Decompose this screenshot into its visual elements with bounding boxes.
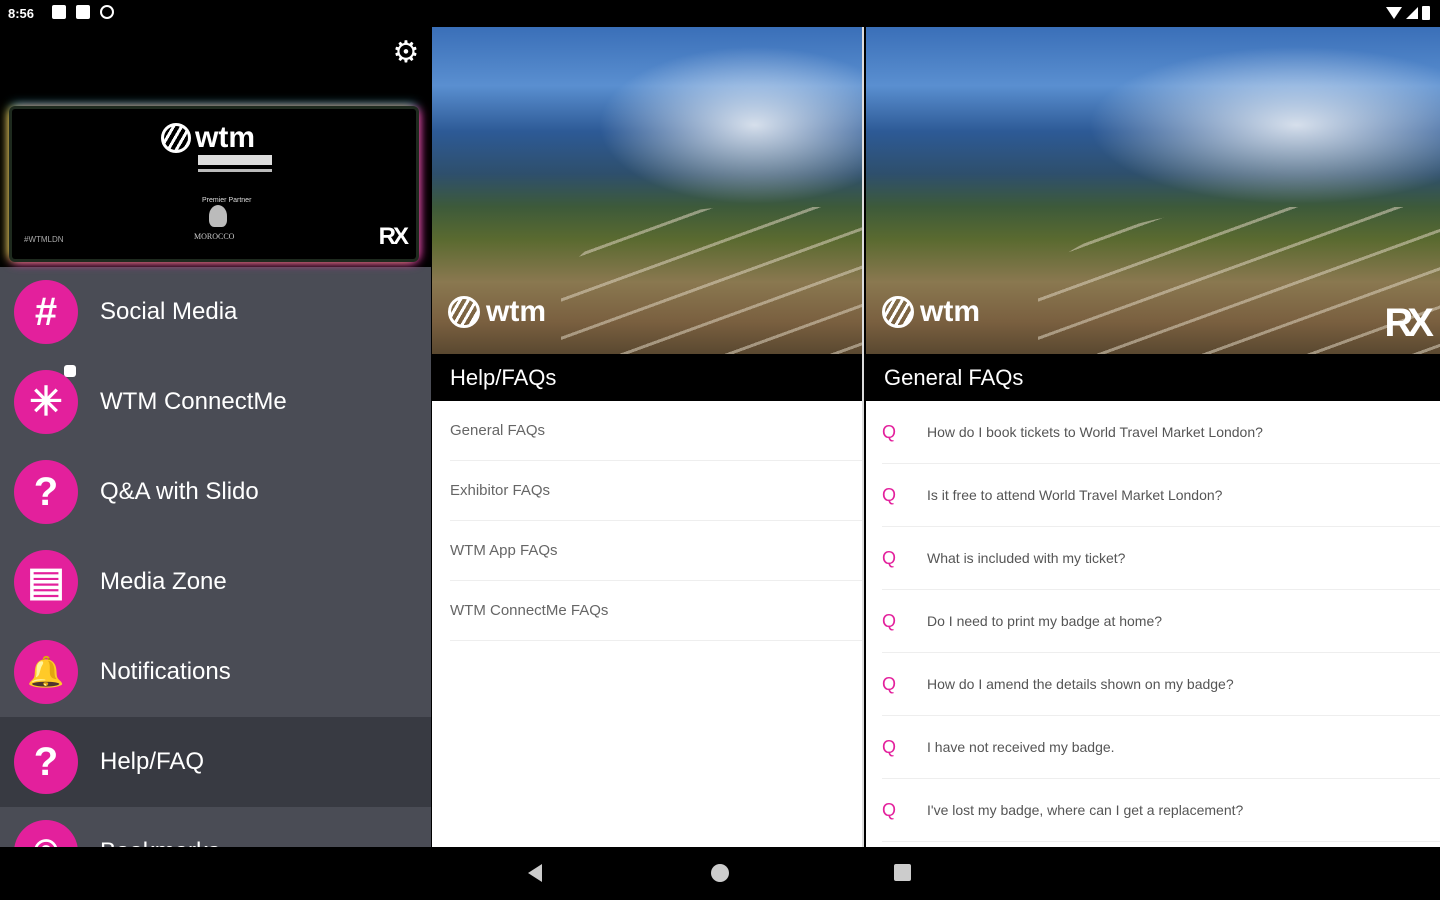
notification-icons: [52, 5, 114, 19]
faq-question: I have not received my badge.: [927, 739, 1115, 755]
hashtag-icon: #: [14, 280, 78, 344]
recents-icon[interactable]: [894, 864, 911, 881]
status-bar: 8:56: [0, 0, 1440, 27]
settings-gear-icon[interactable]: ⚙: [390, 37, 422, 69]
event-banner: wtm Premier Partner MOROCCO #WTMLDN RX: [12, 109, 416, 259]
mountain-road: [1038, 206, 1440, 354]
drawer-header: ⚙ wtm Premier Partner MOROCCO #WTMLDN RX: [0, 27, 431, 267]
q-marker: Q: [882, 547, 897, 568]
globe-icon: [882, 296, 914, 328]
faq-question-row[interactable]: Q What is included with my ticket?: [882, 527, 1440, 590]
list-item[interactable]: General FAQs: [450, 401, 862, 461]
rx-logo: RX: [378, 223, 409, 250]
system-nav-bar: [0, 847, 1440, 900]
bookmark-icon: ⌾: [14, 820, 78, 847]
battery-icon: [1422, 6, 1430, 20]
menu-item-label: Notifications: [100, 658, 231, 685]
faq-question-row[interactable]: Q How do I amend the details shown on my…: [882, 653, 1440, 716]
menu-item-social-media[interactable]: # Social Media: [0, 267, 431, 357]
menu-item-notifications[interactable]: 🔔 Notifications: [0, 627, 431, 717]
help-faqs-panel: wtm Help/FAQs General FAQs Exhibitor FAQ…: [432, 27, 864, 847]
rx-logo: RX: [1384, 301, 1434, 345]
faq-question-list: Q How do I book tickets to World Travel …: [866, 401, 1440, 842]
hero-image: wtm: [432, 27, 862, 354]
system-icons: [1386, 6, 1430, 20]
wtm-logo-text: wtm: [195, 121, 255, 154]
logo-subtitle-line: [198, 169, 272, 172]
question-bubble-icon: ?: [14, 460, 78, 524]
status-time: 8:56: [8, 6, 35, 21]
message-icon: [52, 5, 66, 19]
faq-question-row[interactable]: Q How do I book tickets to World Travel …: [882, 401, 1440, 464]
q-marker: Q: [882, 484, 897, 505]
general-faqs-panel: wtm RX General FAQs Q How do I book tick…: [866, 27, 1440, 847]
list-item[interactable]: WTM ConnectMe FAQs: [450, 581, 862, 641]
menu-item-wtm-connectme[interactable]: ✳ WTM ConnectMe: [0, 357, 431, 447]
signal-icon: [1406, 7, 1418, 19]
panel-title: Help/FAQs: [432, 354, 862, 401]
q-marker: Q: [882, 421, 897, 442]
menu-item-label: WTM ConnectMe: [100, 388, 287, 415]
sync-icon: [100, 5, 114, 19]
faq-question: I've lost my badge, where can I get a re…: [927, 802, 1244, 818]
faq-question-row[interactable]: Q Is it free to attend World Travel Mark…: [882, 464, 1440, 527]
globe-icon: [448, 296, 480, 328]
banner-hashtag: #WTMLDN: [24, 235, 64, 244]
drawer-menu: # Social Media ✳ WTM ConnectMe ? Q&A wit…: [0, 267, 431, 847]
faq-question: What is included with my ticket?: [927, 550, 1126, 566]
menu-item-label: Q&A with Slido: [100, 478, 259, 505]
list-item[interactable]: WTM App FAQs: [450, 521, 862, 581]
faq-question: How do I book tickets to World Travel Ma…: [927, 424, 1263, 440]
q-marker: Q: [882, 610, 897, 631]
q-marker: Q: [882, 799, 897, 820]
hero-image: wtm RX: [866, 27, 1440, 354]
faq-question: Do I need to print my badge at home?: [927, 613, 1163, 629]
q-marker: Q: [882, 673, 897, 694]
hero-wtm-logo: wtm: [882, 295, 980, 329]
help-icon: ?: [14, 730, 78, 794]
hero-wtm-logo: wtm: [448, 295, 546, 329]
network-icon: ✳: [14, 370, 78, 434]
q-marker: Q: [882, 736, 897, 757]
faq-category-list: General FAQs Exhibitor FAQs WTM App FAQs…: [432, 401, 862, 641]
navigation-drawer: ⚙ wtm Premier Partner MOROCCO #WTMLDN RX…: [0, 27, 431, 847]
logo-subtitle-bar: [198, 155, 272, 165]
menu-item-label: Social Media: [100, 298, 238, 325]
list-item[interactable]: Exhibitor FAQs: [450, 461, 862, 521]
host-country: MOROCCO: [194, 232, 235, 241]
menu-item-media-zone[interactable]: ▤ Media Zone: [0, 537, 431, 627]
newspaper-icon: ▤: [14, 550, 78, 614]
faq-question-row[interactable]: Q Do I need to print my badge at home?: [882, 590, 1440, 653]
bell-icon: 🔔: [14, 640, 78, 704]
morocco-emblem-icon: [209, 205, 227, 227]
faq-question-row[interactable]: Q I have not received my badge.: [882, 716, 1440, 779]
globe-icon: [161, 123, 191, 153]
faq-question-row[interactable]: Q I've lost my badge, where can I get a …: [882, 779, 1440, 842]
home-icon[interactable]: [711, 864, 729, 882]
menu-item-label: Help/FAQ: [100, 748, 205, 775]
panel-title: General FAQs: [866, 354, 1440, 401]
sd-card-icon: [76, 5, 90, 19]
faq-question: How do I amend the details shown on my b…: [927, 676, 1234, 692]
menu-item-help-faq[interactable]: ? Help/FAQ: [0, 717, 431, 807]
menu-item-qa-slido[interactable]: ? Q&A with Slido: [0, 447, 431, 537]
menu-item-label: Bookmarks: [100, 838, 220, 847]
wifi-icon: [1386, 7, 1402, 19]
menu-item-bookmarks[interactable]: ⌾ Bookmarks: [0, 807, 431, 847]
wtm-logo: wtm: [161, 121, 255, 155]
faq-question: Is it free to attend World Travel Market…: [927, 487, 1223, 503]
hero-logo-text: wtm: [486, 295, 546, 328]
menu-item-label: Media Zone: [100, 568, 227, 595]
back-icon[interactable]: [528, 864, 542, 882]
hero-logo-text: wtm: [920, 295, 980, 328]
mountain-road: [561, 206, 862, 354]
lock-icon: [64, 365, 76, 377]
host-label: Premier Partner: [202, 197, 252, 204]
